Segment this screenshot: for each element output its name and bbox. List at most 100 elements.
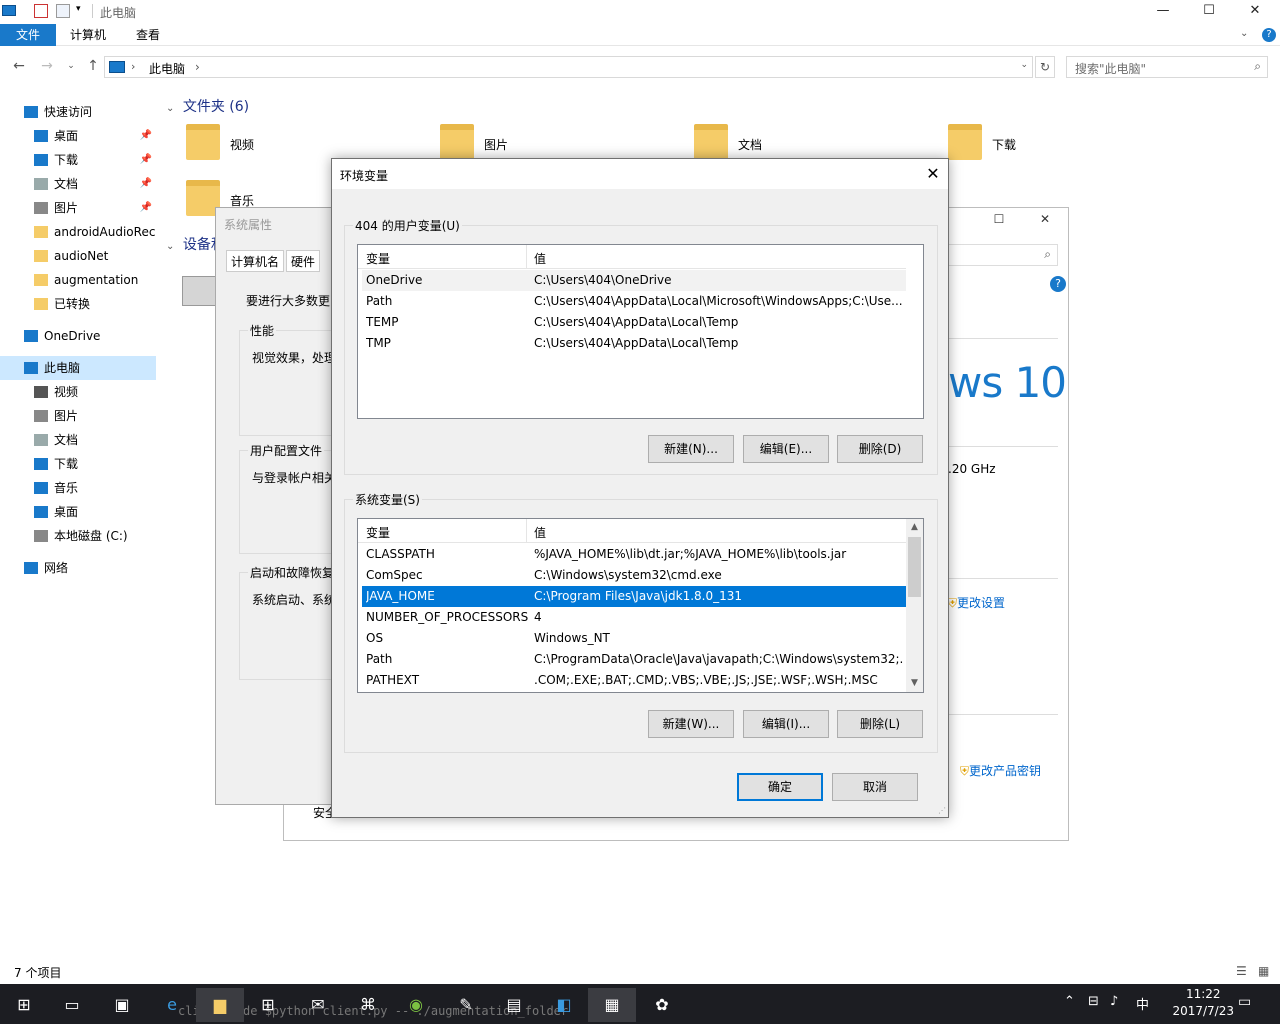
nav-item-17[interactable]: 本地磁盘 (C:) (0, 524, 156, 548)
breadcrumb-sep-icon[interactable]: › (195, 60, 200, 74)
search-field[interactable]: ⌕ (948, 244, 1058, 266)
tab-hardware[interactable]: 硬件 (286, 250, 321, 272)
clock[interactable]: 11:22 2017/7/23 (1172, 986, 1234, 1020)
list-item[interactable]: OneDrive C:\Users\404\OneDrive (362, 270, 906, 291)
back-arrow-icon[interactable]: ← (10, 56, 28, 76)
network-icon[interactable]: ⊟ (1088, 994, 1099, 1009)
list-item[interactable]: CLASSPATH %JAVA_HOME%\lib\dt.jar;%JAVA_H… (362, 544, 906, 565)
paint-icon[interactable]: ✿ (638, 988, 686, 1022)
change-product-key-link[interactable]: ⛨更改产品密钥 (960, 762, 1041, 779)
expand-ribbon-icon[interactable]: ⌄ (1240, 28, 1248, 39)
col-variable[interactable]: 变量 (366, 250, 390, 267)
notepad-icon[interactable]: ✎ (442, 988, 490, 1022)
close-button[interactable]: ✕ (922, 163, 944, 185)
list-item[interactable]: NUMBER_OF_PROCESSORS 4 (362, 607, 906, 628)
tab-view[interactable]: 查看 (124, 24, 172, 46)
list-item[interactable]: Path C:\ProgramData\Oracle\Java\javapath… (362, 649, 906, 670)
task-view-icon[interactable]: ▭ (48, 988, 96, 1022)
help-icon[interactable]: ? (1262, 28, 1276, 42)
address-field[interactable]: › 此电脑 › ⌄ (104, 56, 1033, 78)
tray-chevron-up-icon[interactable]: ⌃ (1064, 994, 1075, 1009)
change-settings-link[interactable]: ⛨更改设置 (948, 594, 1005, 611)
user-edit-button[interactable]: 编辑(E)... (743, 435, 829, 463)
refresh-icon[interactable]: ↻ (1035, 56, 1055, 78)
qat-dropdown-icon[interactable]: ▾ (76, 4, 81, 14)
ime-indicator[interactable]: 中 (1136, 994, 1149, 1013)
photo-icon[interactable]: ▤ (490, 988, 538, 1022)
system-variables-list[interactable]: 变量 值 CLASSPATH %JAVA_HOME%\lib\dt.jar;%J… (357, 518, 924, 693)
resize-grip-icon[interactable]: ⋰ (938, 806, 946, 815)
close-button[interactable]: ✕ (1030, 212, 1060, 226)
pin-icon[interactable]: 📌 (140, 124, 152, 148)
maximize-button[interactable]: ☐ (1186, 0, 1232, 24)
file-explorer-icon[interactable]: ▆ (196, 988, 244, 1022)
nav-item-1[interactable]: 桌面 📌 (0, 124, 156, 148)
cancel-button[interactable]: 取消 (832, 773, 918, 801)
tab-computer[interactable]: 计算机 (58, 24, 118, 46)
nav-item-0[interactable]: 快速访问 (0, 100, 156, 124)
tab-computer-name[interactable]: 计算机名 (226, 250, 285, 272)
search-field[interactable]: 搜索"此电脑" ⌕ (1066, 56, 1268, 78)
pin-icon[interactable]: 📌 (140, 172, 152, 196)
system-edit-button[interactable]: 编辑(I)... (743, 710, 829, 738)
pin-icon[interactable]: 📌 (140, 196, 152, 220)
folder-downloads[interactable]: 下载 (948, 124, 1048, 168)
breadcrumb[interactable]: 此电脑 (149, 60, 185, 77)
tiles-view-icon[interactable]: ▦ (1258, 964, 1269, 978)
nav-item-6[interactable]: audioNet (0, 244, 156, 268)
close-button[interactable]: ✕ (1232, 0, 1278, 24)
list-item[interactable]: TMP C:\Users\404\AppData\Local\Temp (362, 333, 906, 354)
nav-item-12[interactable]: 图片 (0, 404, 156, 428)
android-studio-icon[interactable]: ◉ (392, 988, 440, 1022)
nav-item-8[interactable]: 已转换 (0, 292, 156, 316)
cmd-icon[interactable]: ▣ (98, 988, 146, 1022)
user-variables-list[interactable]: 变量 值 OneDrive C:\Users\404\OneDrive Path… (357, 244, 924, 419)
folders-group-header[interactable]: ⌄ 文件夹 (6) (166, 96, 249, 116)
list-item[interactable]: TEMP C:\Users\404\AppData\Local\Temp (362, 312, 906, 333)
system-properties-icon[interactable]: ▦ (588, 988, 636, 1022)
nav-item-3[interactable]: 文档 📌 (0, 172, 156, 196)
nav-item-2[interactable]: 下载 📌 (0, 148, 156, 172)
system-new-button[interactable]: 新建(W)... (648, 710, 734, 738)
start-windows-icon[interactable]: ⊞ (0, 988, 48, 1022)
forward-arrow-icon[interactable]: → (38, 56, 56, 76)
scroll-thumb[interactable] (908, 537, 921, 597)
list-item[interactable]: ComSpec C:\Windows\system32\cmd.exe (362, 565, 906, 586)
nav-item-18[interactable]: 网络 (0, 556, 156, 580)
tab-file[interactable]: 文件 (0, 24, 56, 46)
edge-icon[interactable]: e (148, 988, 196, 1022)
user-new-button[interactable]: 新建(N)... (648, 435, 734, 463)
new-folder-icon[interactable] (56, 4, 70, 18)
nav-item-7[interactable]: augmentation (0, 268, 156, 292)
nav-item-15[interactable]: 音乐 (0, 476, 156, 500)
nav-item-10[interactable]: 此电脑 (0, 356, 156, 380)
up-arrow-icon[interactable]: ↑ (84, 56, 102, 76)
properties-icon[interactable] (34, 4, 48, 18)
mail-icon[interactable]: ✉ (294, 988, 342, 1022)
col-variable[interactable]: 变量 (366, 524, 390, 541)
system-delete-button[interactable]: 删除(L) (837, 710, 923, 738)
maximize-button[interactable]: ☐ (984, 212, 1014, 226)
help-icon[interactable]: ? (1050, 276, 1066, 292)
list-item[interactable]: OS Windows_NT (362, 628, 906, 649)
volume-icon[interactable]: ♪ (1110, 994, 1118, 1009)
folder-videos[interactable]: 视频 (186, 124, 286, 168)
nav-item-13[interactable]: 文档 (0, 428, 156, 452)
nav-item-4[interactable]: 图片 📌 (0, 196, 156, 220)
ipython-icon[interactable]: ⌘ (344, 988, 392, 1022)
nav-item-14[interactable]: 下载 (0, 452, 156, 476)
action-center-icon[interactable]: ▭ (1238, 994, 1251, 1010)
list-item-selected[interactable]: JAVA_HOME C:\Program Files\Java\jdk1.8.0… (362, 586, 906, 607)
nav-item-9[interactable]: OneDrive (0, 324, 156, 348)
pin-icon[interactable]: 📌 (140, 148, 152, 172)
recent-dropdown-icon[interactable]: ⌄ (62, 56, 80, 76)
col-value[interactable]: 值 (534, 524, 546, 541)
list-item[interactable]: Path C:\Users\404\AppData\Local\Microsof… (362, 291, 906, 312)
col-value[interactable]: 值 (534, 250, 546, 267)
ok-button[interactable]: 确定 (737, 773, 823, 801)
list-item[interactable]: PATHEXT .COM;.EXE;.BAT;.CMD;.VBS;.VBE;.J… (362, 670, 906, 691)
scroll-down-icon[interactable]: ▼ (906, 675, 923, 692)
user-delete-button[interactable]: 删除(D) (837, 435, 923, 463)
vertical-scrollbar[interactable]: ▲ ▼ (906, 519, 923, 692)
nav-item-5[interactable]: androidAudioRec (0, 220, 156, 244)
